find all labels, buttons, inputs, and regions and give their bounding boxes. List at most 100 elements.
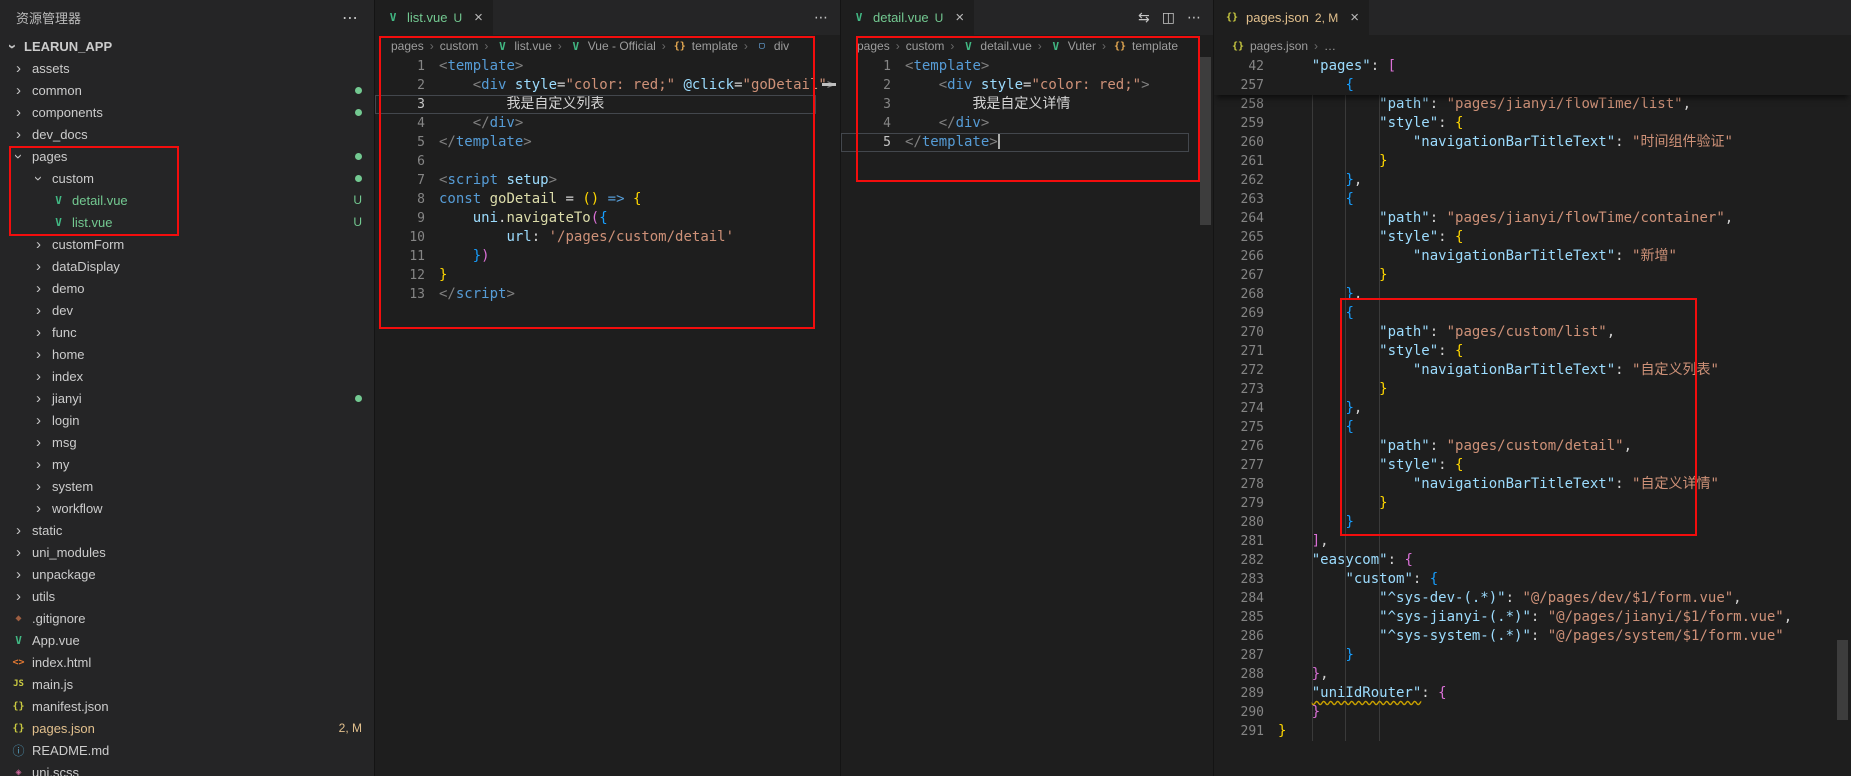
folder-item-workflow[interactable]: ›workflow: [0, 497, 374, 519]
code-line[interactable]: 268 },: [1214, 285, 1851, 304]
code-line[interactable]: 2 <div style="color: red;" @click="goDet…: [375, 76, 840, 95]
code-line[interactable]: 1<template>: [841, 57, 1213, 76]
folder-item-login[interactable]: ›login: [0, 409, 374, 431]
folder-item-demo[interactable]: ›demo: [0, 277, 374, 299]
folder-item-my[interactable]: ›my: [0, 453, 374, 475]
code-line[interactable]: 283 "custom": {: [1214, 570, 1851, 589]
code-line[interactable]: 3 我是自定义列表: [375, 95, 840, 114]
code-line[interactable]: 262 },: [1214, 171, 1851, 190]
more-actions-icon[interactable]: ⋯: [814, 9, 828, 26]
code-line[interactable]: 274 },: [1214, 399, 1851, 418]
code-line[interactable]: 2 <div style="color: red;">: [841, 76, 1213, 95]
code-line[interactable]: 8const goDetail = () => {: [375, 190, 840, 209]
file-item-pages.json[interactable]: {}pages.json2, M: [0, 717, 374, 739]
code-line[interactable]: 285 "^sys-jianyi-(.*)": "@/pages/jianyi/…: [1214, 608, 1851, 627]
code-line[interactable]: 260 "navigationBarTitleText": "时间组件验证": [1214, 133, 1851, 152]
breadcrumb-item-Vuter[interactable]: VVuter: [1048, 39, 1096, 53]
code-line[interactable]: 290 }: [1214, 703, 1851, 722]
more-actions-icon[interactable]: ⋯: [342, 8, 358, 28]
code-line[interactable]: 261 }: [1214, 152, 1851, 171]
code-line[interactable]: 282 "easycom": {: [1214, 551, 1851, 570]
folder-item-uni_modules[interactable]: ›uni_modules: [0, 541, 374, 563]
code-line[interactable]: 267 }: [1214, 266, 1851, 285]
tab-pages.json[interactable]: {}pages.json2, M×: [1214, 0, 1369, 35]
folder-item-static[interactable]: ›static: [0, 519, 374, 541]
code-line[interactable]: 286 "^sys-system-(.*)": "@/pages/system/…: [1214, 627, 1851, 646]
code-line[interactable]: 272 "navigationBarTitleText": "自定义列表": [1214, 361, 1851, 380]
code-line[interactable]: 12}: [375, 266, 840, 285]
code-line[interactable]: 9 uni.navigateTo({: [375, 209, 840, 228]
breadcrumb-item-pages[interactable]: pages: [391, 39, 424, 53]
code-line[interactable]: 270 "path": "pages/custom/list",: [1214, 323, 1851, 342]
code-editor-detail-vue[interactable]: 1<template>2 <div style="color: red;">3 …: [841, 57, 1213, 776]
code-line[interactable]: 4 </div>: [841, 114, 1213, 133]
code-line[interactable]: 3 我是自定义详情: [841, 95, 1213, 114]
code-line[interactable]: 269 {: [1214, 304, 1851, 323]
folder-item-common[interactable]: ›common: [0, 79, 374, 101]
close-icon[interactable]: ×: [474, 9, 483, 26]
code-line[interactable]: 265 "style": {: [1214, 228, 1851, 247]
folder-item-home[interactable]: ›home: [0, 343, 374, 365]
folder-item-dev_docs[interactable]: ›dev_docs: [0, 123, 374, 145]
code-line[interactable]: 266 "navigationBarTitleText": "新增": [1214, 247, 1851, 266]
folder-item-system[interactable]: ›system: [0, 475, 374, 497]
code-line[interactable]: 276 "path": "pages/custom/detail",: [1214, 437, 1851, 456]
breadcrumb-item-list.vue[interactable]: Vlist.vue: [494, 39, 551, 53]
code-line[interactable]: 257 {: [1214, 76, 1851, 95]
breadcrumb-item-template[interactable]: {}template: [672, 39, 738, 53]
code-line[interactable]: 289 "uniIdRouter": {: [1214, 684, 1851, 703]
folder-item-assets[interactable]: ›assets: [0, 57, 374, 79]
breadcrumb-item-detail.vue[interactable]: Vdetail.vue: [960, 39, 1031, 53]
tab-list.vue[interactable]: Vlist.vueU×: [375, 0, 493, 35]
folder-item-func[interactable]: ›func: [0, 321, 374, 343]
code-line[interactable]: 278 "navigationBarTitleText": "自定义详情": [1214, 475, 1851, 494]
breadcrumb-item-Vue - Official[interactable]: VVue - Official: [568, 39, 656, 53]
workspace-root-folder[interactable]: › LEARUN_APP: [0, 35, 374, 57]
breadcrumb-item-template[interactable]: {}template: [1112, 39, 1178, 53]
folder-item-pages[interactable]: ›pages: [0, 145, 374, 167]
file-item-App.vue[interactable]: VApp.vue: [0, 629, 374, 651]
code-line[interactable]: 258 "path": "pages/jianyi/flowTime/list"…: [1214, 95, 1851, 114]
code-line[interactable]: 10 url: '/pages/custom/detail': [375, 228, 840, 247]
file-item-detail.vue[interactable]: Vdetail.vueU: [0, 189, 374, 211]
split-editor-icon[interactable]: ◫: [1162, 9, 1175, 26]
folder-item-customForm[interactable]: ›customForm: [0, 233, 374, 255]
folder-item-components[interactable]: ›components: [0, 101, 374, 123]
code-line[interactable]: 7<script setup>: [375, 171, 840, 190]
code-line[interactable]: 291}: [1214, 722, 1851, 741]
code-editor-pages-json[interactable]: 42 "pages": [257 { 258 "path": "pages/ji…: [1214, 57, 1851, 776]
code-line[interactable]: 5</template>: [841, 133, 1213, 152]
code-line[interactable]: 1<template>: [375, 57, 840, 76]
folder-item-dev[interactable]: ›dev: [0, 299, 374, 321]
code-line[interactable]: 4 </div>: [375, 114, 840, 133]
breadcrumb-item-div[interactable]: ▢div: [754, 39, 789, 53]
folder-item-dataDisplay[interactable]: ›dataDisplay: [0, 255, 374, 277]
breadcrumb-item-custom[interactable]: custom: [440, 39, 479, 53]
file-item-uni.scss[interactable]: ◈uni.scss: [0, 761, 374, 776]
scrollbar[interactable]: [1200, 57, 1211, 225]
code-line[interactable]: 277 "style": {: [1214, 456, 1851, 475]
breadcrumb-item-custom[interactable]: custom: [906, 39, 945, 53]
file-item-list.vue[interactable]: Vlist.vueU: [0, 211, 374, 233]
folder-item-jianyi[interactable]: ›jianyi: [0, 387, 374, 409]
code-line[interactable]: 42 "pages": [: [1214, 57, 1851, 76]
code-line[interactable]: 5</template>: [375, 133, 840, 152]
folder-item-custom[interactable]: ›custom: [0, 167, 374, 189]
file-item-README.md[interactable]: ⓘREADME.md: [0, 739, 374, 761]
file-item-main.js[interactable]: JSmain.js: [0, 673, 374, 695]
scrollbar[interactable]: [1837, 640, 1848, 720]
close-icon[interactable]: ×: [1350, 9, 1359, 26]
folder-item-unpackage[interactable]: ›unpackage: [0, 563, 374, 585]
close-icon[interactable]: ×: [955, 9, 964, 26]
code-line[interactable]: 280 }: [1214, 513, 1851, 532]
code-line[interactable]: 281 ],: [1214, 532, 1851, 551]
code-line[interactable]: 13</script>: [375, 285, 840, 304]
code-line[interactable]: 288 },: [1214, 665, 1851, 684]
code-line[interactable]: 287 }: [1214, 646, 1851, 665]
code-line[interactable]: 263 {: [1214, 190, 1851, 209]
code-line[interactable]: 259 "style": {: [1214, 114, 1851, 133]
code-line[interactable]: 273 }: [1214, 380, 1851, 399]
folder-item-utils[interactable]: ›utils: [0, 585, 374, 607]
code-line[interactable]: 284 "^sys-dev-(.*)": "@/pages/dev/$1/for…: [1214, 589, 1851, 608]
code-line[interactable]: 271 "style": {: [1214, 342, 1851, 361]
